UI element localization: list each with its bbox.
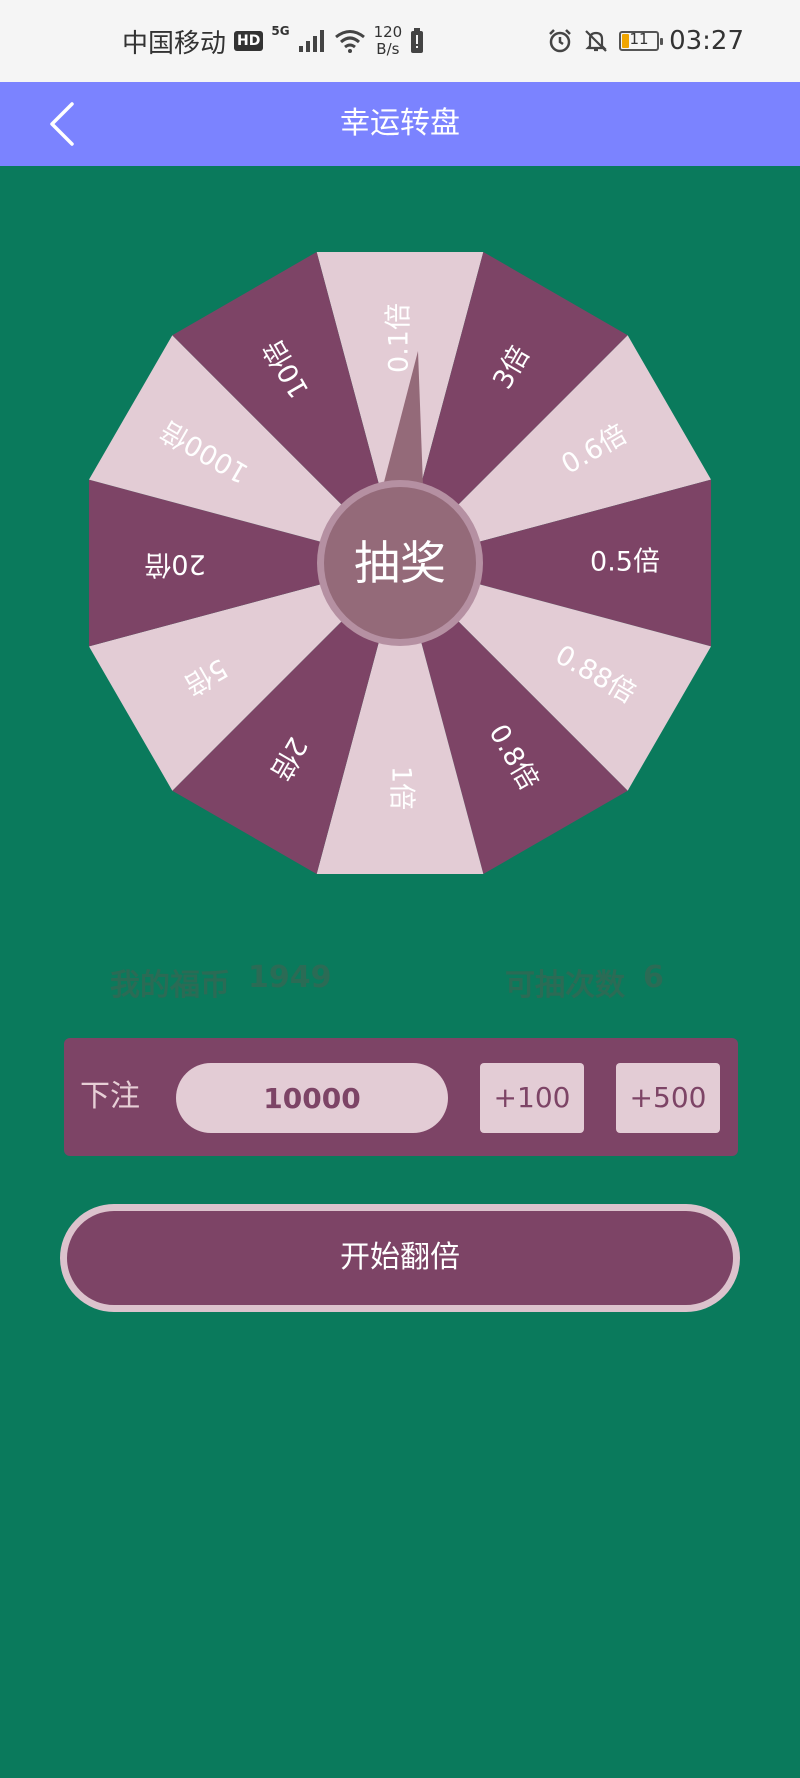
status-bar-left: 中国移动 HD 5G 120 B/s <box>122 0 424 82</box>
bet-amount-input[interactable] <box>176 1063 448 1133</box>
lucky-wheel: 0.1倍 3倍 0.6倍 0.5倍 0.88倍 0.8倍 1倍 2倍 5倍 20倍 1000倍 10倍… <box>78 241 722 885</box>
network-speed: 120 B/s <box>374 24 403 58</box>
draw-button[interactable] <box>317 480 483 646</box>
wheel-segment-label: 20倍 <box>144 549 205 580</box>
alarm-icon <box>549 29 571 53</box>
status-bar: 中国移动 HD 5G 120 B/s 11 03:27 <box>0 0 800 82</box>
start-double-button[interactable]: 开始翻倍 <box>60 1204 740 1312</box>
wheel-segment-label: 0.5倍 <box>590 547 660 578</box>
coins-value: 1949 <box>248 960 332 995</box>
hd-badge: HD <box>234 31 264 51</box>
bet-label: 下注 <box>80 1079 140 1114</box>
app-bar: 幸运转盘 <box>0 82 800 166</box>
battery-saver-icon <box>411 28 424 53</box>
battery-icon: 11 <box>619 30 664 51</box>
status-bar-right: 11 03:27 <box>547 0 744 82</box>
draws-stat: 可抽次数 6 <box>505 960 664 1004</box>
speed-unit: B/s <box>376 40 400 58</box>
page-title: 幸运转盘 <box>340 106 460 141</box>
signal-icon <box>298 30 324 52</box>
wheel-segment-label: 0.1倍 <box>384 303 415 373</box>
network-type: 5G <box>271 24 290 38</box>
add-500-button[interactable]: +500 <box>616 1063 720 1133</box>
stats-row: 我的福币 1949 可抽次数 6 <box>0 960 800 1003</box>
draws-value: 6 <box>643 960 664 995</box>
wifi-icon <box>334 30 365 53</box>
add-100-button[interactable]: +100 <box>480 1063 584 1133</box>
coins-stat: 我的福币 1949 <box>110 960 332 1004</box>
speed-value: 120 <box>373 23 403 41</box>
battery-level: 11 <box>629 30 649 48</box>
coins-label: 我的福币 <box>110 968 230 1003</box>
mute-icon <box>585 30 607 52</box>
status-time: 03:27 <box>669 26 744 56</box>
carrier-label: 中国移动 <box>122 28 227 59</box>
bet-panel: 下注 +100 +500 <box>64 1038 738 1156</box>
draws-label: 可抽次数 <box>505 968 625 1003</box>
wheel-segment-label: 1倍 <box>386 766 417 810</box>
